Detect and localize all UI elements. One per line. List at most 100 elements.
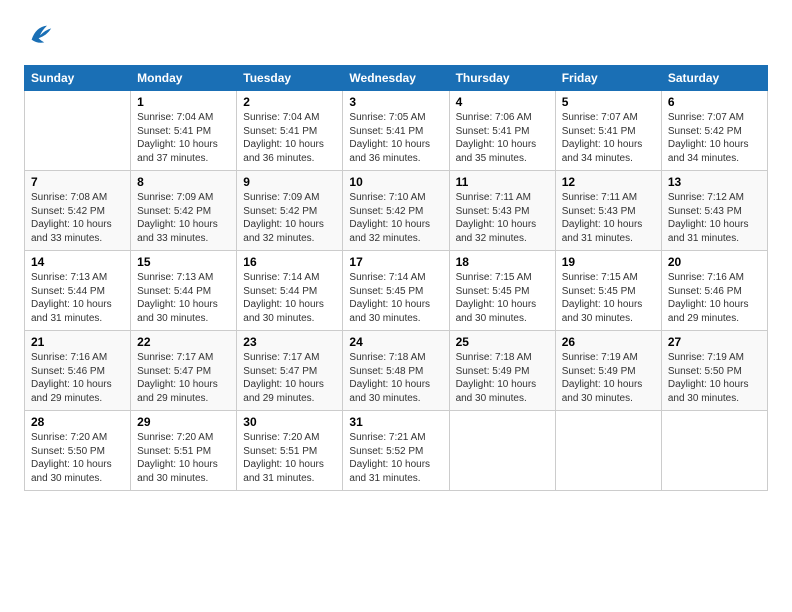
day-info: Sunrise: 7:20 AM Sunset: 5:50 PM Dayligh… [31, 431, 124, 485]
week-row-2: 14 Sunrise: 7:13 AM Sunset: 5:44 PM Dayli… [25, 251, 768, 331]
day-number: 10 [349, 175, 442, 189]
day-number: 19 [562, 255, 655, 269]
day-number: 11 [456, 175, 549, 189]
day-number: 25 [456, 335, 549, 349]
day-info: Sunrise: 7:17 AM Sunset: 5:47 PM Dayligh… [243, 351, 336, 405]
day-number: 1 [137, 95, 230, 109]
day-number: 23 [243, 335, 336, 349]
calendar-cell: 12 Sunrise: 7:11 AM Sunset: 5:43 PM Dayli… [555, 171, 661, 251]
day-info: Sunrise: 7:19 AM Sunset: 5:50 PM Dayligh… [668, 351, 761, 405]
day-info: Sunrise: 7:14 AM Sunset: 5:44 PM Dayligh… [243, 271, 336, 325]
calendar-body: 1 Sunrise: 7:04 AM Sunset: 5:41 PM Daylig… [25, 91, 768, 491]
calendar-cell: 19Sunrise: 7:15 AM Sunset: 5:45 PM Dayli… [555, 251, 661, 331]
day-info: Sunrise: 7:08 AM Sunset: 5:42 PM Dayligh… [31, 191, 124, 245]
day-info: Sunrise: 7:18 AM Sunset: 5:48 PM Dayligh… [349, 351, 442, 405]
day-info: Sunrise: 7:11 AM Sunset: 5:43 PM Dayligh… [456, 191, 549, 245]
day-number: 21 [31, 335, 124, 349]
day-number: 18 [456, 255, 549, 269]
calendar-cell: 24 Sunrise: 7:18 AM Sunset: 5:48 PM Dayli… [343, 331, 449, 411]
day-number: 6 [668, 95, 761, 109]
day-info: Sunrise: 7:17 AM Sunset: 5:47 PM Dayligh… [137, 351, 230, 405]
day-info: Sunrise: 7:06 AM Sunset: 5:41 PM Dayligh… [456, 111, 549, 165]
day-info: Sunrise: 7:18 AM Sunset: 5:49 PM Dayligh… [456, 351, 549, 405]
calendar-header: SundayMondayTuesdayWednesdayThursdayFrid… [25, 66, 768, 91]
day-number: 31 [349, 415, 442, 429]
day-number: 3 [349, 95, 442, 109]
calendar-cell: 3 Sunrise: 7:05 AM Sunset: 5:41 PM Daylig… [343, 91, 449, 171]
day-number: 16 [243, 255, 336, 269]
header-cell-saturday: Saturday [661, 66, 767, 91]
day-number: 30 [243, 415, 336, 429]
day-number: 14 [31, 255, 124, 269]
calendar-table: SundayMondayTuesdayWednesdayThursdayFrid… [24, 65, 768, 491]
calendar-cell: 5Sunrise: 7:07 AM Sunset: 5:41 PM Daylig… [555, 91, 661, 171]
day-number: 2 [243, 95, 336, 109]
calendar-cell: 11 Sunrise: 7:11 AM Sunset: 5:43 PM Dayli… [449, 171, 555, 251]
logo-bird-icon [26, 20, 54, 48]
day-info: Sunrise: 7:21 AM Sunset: 5:52 PM Dayligh… [349, 431, 442, 485]
day-number: 7 [31, 175, 124, 189]
day-info: Sunrise: 7:04 AM Sunset: 5:41 PM Dayligh… [243, 111, 336, 165]
day-info: Sunrise: 7:20 AM Sunset: 5:51 PM Dayligh… [137, 431, 230, 485]
calendar-cell: 2 Sunrise: 7:04 AM Sunset: 5:41 PM Daylig… [237, 91, 343, 171]
day-number: 4 [456, 95, 549, 109]
calendar-cell [661, 411, 767, 491]
calendar-cell: 6 Sunrise: 7:07 AM Sunset: 5:42 PM Daylig… [661, 91, 767, 171]
calendar-cell: 16 Sunrise: 7:14 AM Sunset: 5:44 PM Dayli… [237, 251, 343, 331]
day-number: 22 [137, 335, 230, 349]
day-info: Sunrise: 7:05 AM Sunset: 5:41 PM Dayligh… [349, 111, 442, 165]
calendar-cell: 26Sunrise: 7:19 AM Sunset: 5:49 PM Dayli… [555, 331, 661, 411]
day-info: Sunrise: 7:16 AM Sunset: 5:46 PM Dayligh… [31, 351, 124, 405]
day-info: Sunrise: 7:12 AM Sunset: 5:43 PM Dayligh… [668, 191, 761, 245]
calendar-cell: 20 Sunrise: 7:16 AM Sunset: 5:46 PM Dayli… [661, 251, 767, 331]
logo [24, 20, 56, 53]
day-info: Sunrise: 7:20 AM Sunset: 5:51 PM Dayligh… [243, 431, 336, 485]
calendar-cell: 1Sunrise: 7:04 AM Sunset: 5:41 PM Daylig… [131, 91, 237, 171]
week-row-3: 21 Sunrise: 7:16 AM Sunset: 5:46 PM Dayli… [25, 331, 768, 411]
calendar-cell: 25 Sunrise: 7:18 AM Sunset: 5:49 PM Dayli… [449, 331, 555, 411]
day-number: 9 [243, 175, 336, 189]
day-info: Sunrise: 7:15 AM Sunset: 5:45 PM Dayligh… [456, 271, 549, 325]
day-info: Sunrise: 7:14 AM Sunset: 5:45 PM Dayligh… [349, 271, 442, 325]
day-info: Sunrise: 7:10 AM Sunset: 5:42 PM Dayligh… [349, 191, 442, 245]
calendar-cell: 23 Sunrise: 7:17 AM Sunset: 5:47 PM Dayli… [237, 331, 343, 411]
header-cell-tuesday: Tuesday [237, 66, 343, 91]
calendar-cell: 30 Sunrise: 7:20 AM Sunset: 5:51 PM Dayli… [237, 411, 343, 491]
day-number: 17 [349, 255, 442, 269]
day-info: Sunrise: 7:19 AM Sunset: 5:49 PM Dayligh… [562, 351, 655, 405]
calendar-cell [555, 411, 661, 491]
calendar-cell: 9 Sunrise: 7:09 AM Sunset: 5:42 PM Daylig… [237, 171, 343, 251]
day-number: 15 [137, 255, 230, 269]
calendar-cell: 29 Sunrise: 7:20 AM Sunset: 5:51 PM Dayli… [131, 411, 237, 491]
day-info: Sunrise: 7:11 AM Sunset: 5:43 PM Dayligh… [562, 191, 655, 245]
calendar-cell: 14 Sunrise: 7:13 AM Sunset: 5:44 PM Dayli… [25, 251, 131, 331]
header-cell-sunday: Sunday [25, 66, 131, 91]
day-number: 29 [137, 415, 230, 429]
calendar-cell: 21 Sunrise: 7:16 AM Sunset: 5:46 PM Dayli… [25, 331, 131, 411]
day-info: Sunrise: 7:07 AM Sunset: 5:42 PM Dayligh… [668, 111, 761, 165]
calendar-cell: 17 Sunrise: 7:14 AM Sunset: 5:45 PM Dayli… [343, 251, 449, 331]
day-info: Sunrise: 7:13 AM Sunset: 5:44 PM Dayligh… [137, 271, 230, 325]
day-info: Sunrise: 7:13 AM Sunset: 5:44 PM Dayligh… [31, 271, 124, 325]
header-cell-friday: Friday [555, 66, 661, 91]
calendar-cell: 22 Sunrise: 7:17 AM Sunset: 5:47 PM Dayli… [131, 331, 237, 411]
calendar-cell: 28 Sunrise: 7:20 AM Sunset: 5:50 PM Dayli… [25, 411, 131, 491]
day-number: 12 [562, 175, 655, 189]
week-row-0: 1 Sunrise: 7:04 AM Sunset: 5:41 PM Daylig… [25, 91, 768, 171]
day-number: 5 [562, 95, 655, 109]
day-info: Sunrise: 7:09 AM Sunset: 5:42 PM Dayligh… [243, 191, 336, 245]
header-cell-wednesday: Wednesday [343, 66, 449, 91]
calendar-cell: 13Sunrise: 7:12 AM Sunset: 5:43 PM Dayli… [661, 171, 767, 251]
calendar-cell: 15 Sunrise: 7:13 AM Sunset: 5:44 PM Dayli… [131, 251, 237, 331]
calendar-cell: 4 Sunrise: 7:06 AM Sunset: 5:41 PM Daylig… [449, 91, 555, 171]
calendar-cell [449, 411, 555, 491]
day-number: 20 [668, 255, 761, 269]
day-number: 28 [31, 415, 124, 429]
calendar-cell: 7 Sunrise: 7:08 AM Sunset: 5:42 PM Daylig… [25, 171, 131, 251]
header-cell-thursday: Thursday [449, 66, 555, 91]
header-row: SundayMondayTuesdayWednesdayThursdayFrid… [25, 66, 768, 91]
day-info: Sunrise: 7:16 AM Sunset: 5:46 PM Dayligh… [668, 271, 761, 325]
day-number: 24 [349, 335, 442, 349]
day-info: Sunrise: 7:09 AM Sunset: 5:42 PM Dayligh… [137, 191, 230, 245]
header-cell-monday: Monday [131, 66, 237, 91]
